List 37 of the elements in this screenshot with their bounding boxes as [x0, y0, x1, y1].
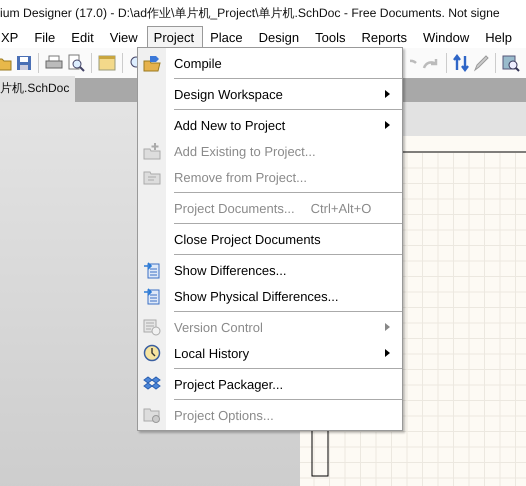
menu-item[interactable]: Edit [64, 26, 103, 48]
menu-item[interactable]: Tools [308, 26, 354, 48]
menu-entry[interactable]: Show Physical Differences... [138, 283, 402, 309]
menu-item[interactable]: Design [252, 26, 308, 48]
menu-item[interactable]: Place [203, 26, 252, 48]
clock-icon [143, 344, 161, 362]
save-icon[interactable] [16, 55, 32, 71]
menu-entry[interactable]: Add New to Project [138, 112, 402, 138]
documents-arrows-icon [143, 287, 161, 305]
window-icon[interactable] [98, 55, 116, 71]
menu-entry[interactable]: Project Packager... [138, 371, 402, 397]
menu-item[interactable]: XP [0, 26, 28, 48]
menu-item[interactable]: File [27, 26, 64, 48]
folder-arrow-icon [143, 54, 161, 72]
menu-entry[interactable]: Design Workspace [138, 81, 402, 107]
pencil-icon[interactable] [473, 54, 489, 72]
menu-item[interactable]: Help [478, 26, 522, 48]
document-tab[interactable]: 片机.SchDoc [0, 76, 76, 102]
folder-plus-icon [143, 142, 161, 160]
up-down-arrows-icon[interactable] [453, 54, 469, 72]
printer-icon[interactable] [45, 55, 63, 71]
folder-icon [143, 169, 161, 185]
menu-item[interactable]: Window [416, 26, 478, 48]
folder-gear-icon [143, 406, 161, 424]
window-title: ium Designer (17.0) - D:\ad作业\单片机_Project\单片机.SchDoc - Free Documents. Not signe [0, 4, 500, 22]
browse-icon[interactable] [502, 54, 520, 72]
menu-entry[interactable]: Compile [138, 50, 402, 76]
menu-entry[interactable]: Show Differences... [138, 257, 402, 283]
print-preview-icon[interactable] [67, 54, 85, 72]
menu-item[interactable]: View [102, 26, 147, 48]
document-clock-icon [143, 318, 161, 336]
menu-entry[interactable]: Close Project Documents [138, 226, 402, 252]
menu-entry[interactable]: Local History [138, 340, 402, 366]
menu-item[interactable]: Reports [354, 26, 416, 48]
documents-arrows-icon [143, 261, 161, 279]
menu-item[interactable]: Project [146, 26, 204, 48]
boxes-icon [143, 376, 161, 392]
